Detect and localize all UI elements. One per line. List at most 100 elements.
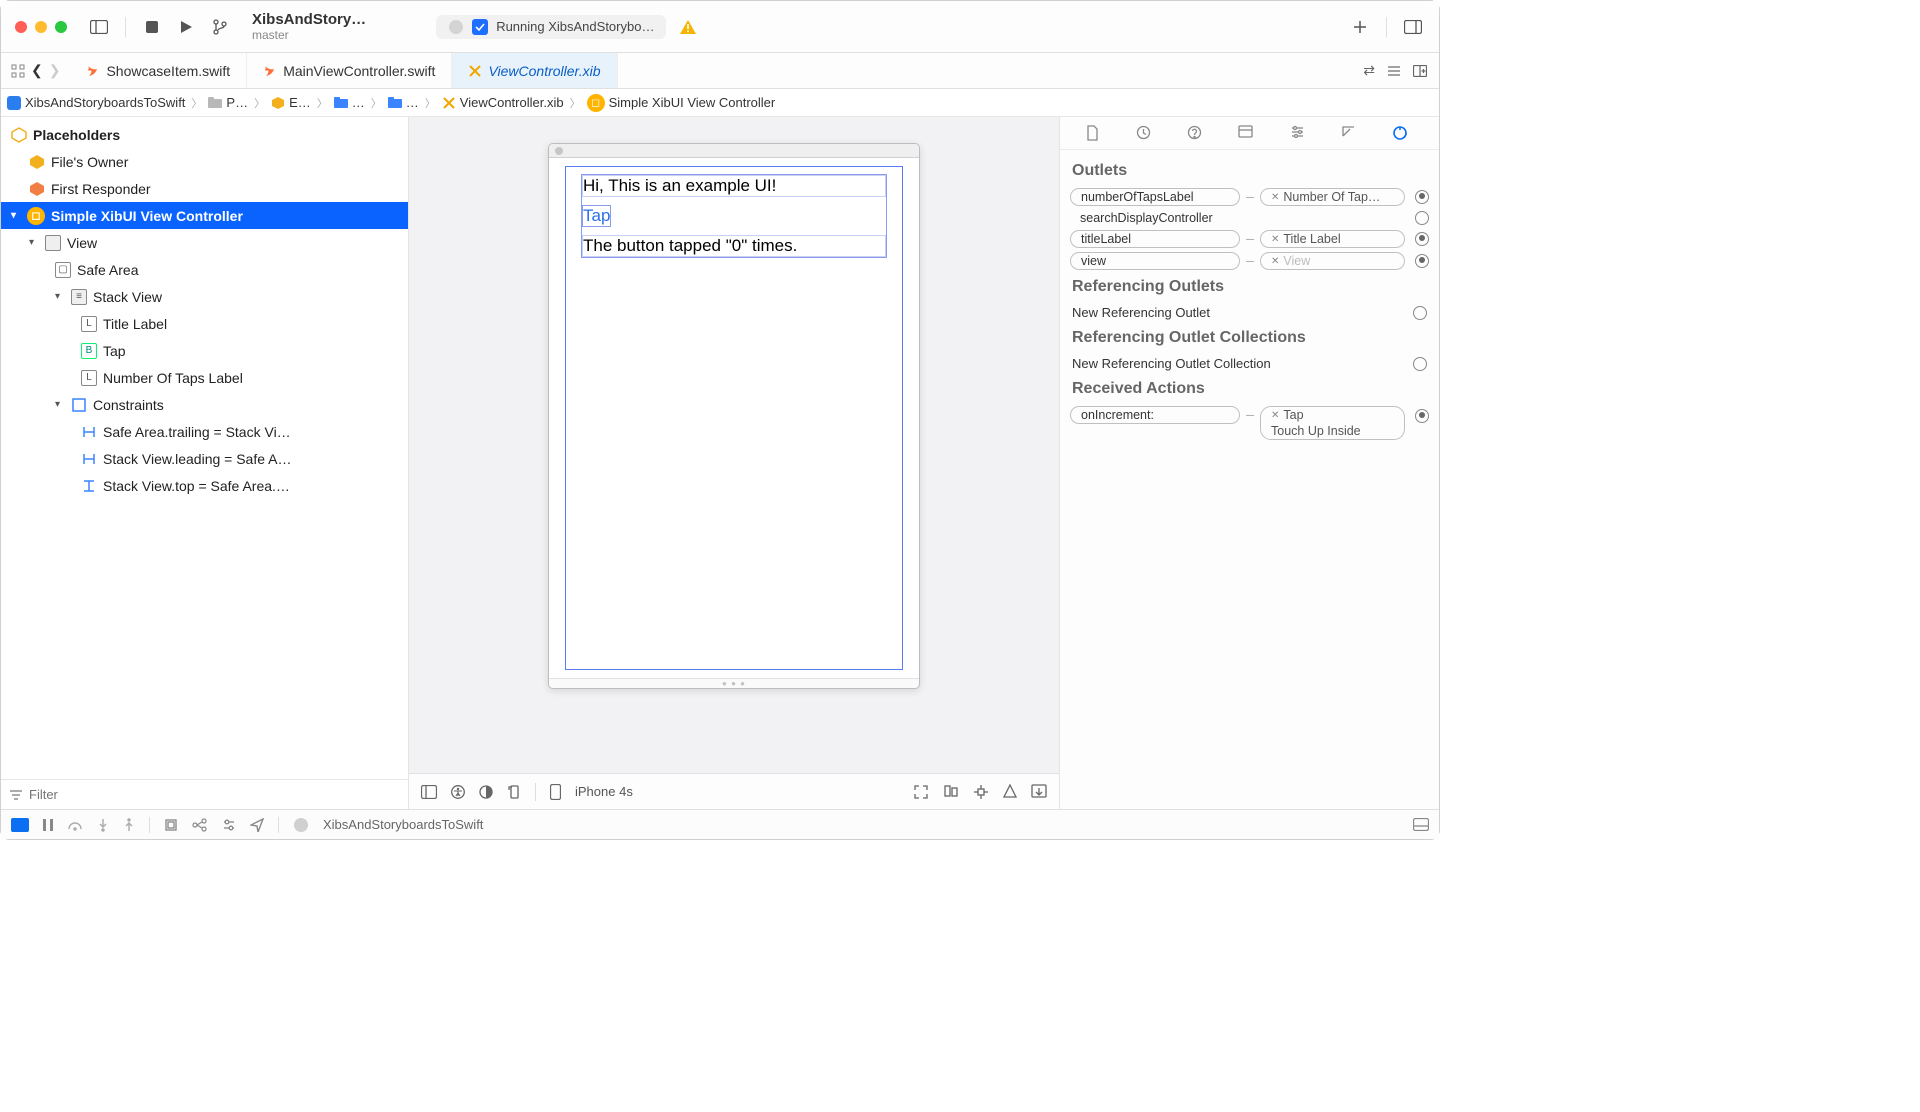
constraints-row[interactable]: ▾ Constraints (1, 391, 408, 418)
identity-inspector-icon[interactable] (1238, 125, 1260, 141)
stop-button[interactable] (140, 15, 164, 39)
outline-tree[interactable]: Placeholders File's Owner First Responde… (1, 117, 408, 779)
view-controller-row[interactable]: ▾ ◻ Simple XibUI View Controller (1, 202, 408, 229)
adjust-editor-icon[interactable] (1387, 65, 1401, 77)
minimize-window[interactable] (35, 21, 47, 33)
new-referencing-collection[interactable]: New Referencing Outlet Collection (1060, 353, 1439, 374)
outline-toggle-icon[interactable] (421, 785, 437, 799)
connection-socket-icon[interactable] (1415, 409, 1429, 423)
appearance-icon[interactable] (479, 785, 493, 799)
outlet-search-display[interactable]: searchDisplayController (1060, 208, 1439, 228)
attributes-inspector-icon[interactable] (1290, 125, 1312, 141)
location-icon[interactable] (250, 818, 264, 832)
branch-icon[interactable] (208, 15, 232, 39)
debug-view-icon[interactable] (164, 818, 178, 832)
first-responder[interactable]: First Responder (1, 175, 408, 202)
constraint-row[interactable]: Stack View.top = Safe Area.… (1, 472, 408, 499)
help-inspector-icon[interactable] (1187, 125, 1209, 141)
scene-titlebar[interactable] (549, 144, 919, 158)
process-name[interactable]: XibsAndStoryboardsToSwift (323, 817, 483, 832)
memory-graph-icon[interactable] (192, 818, 208, 832)
stack-view-preview[interactable]: Hi, This is an example UI! Tap The butto… (581, 174, 887, 258)
outlet-number-of-taps[interactable]: numberOfTapsLabel ✕Number Of Tap… (1060, 186, 1439, 208)
files-owner[interactable]: File's Owner (1, 148, 408, 175)
tab-main-view-controller[interactable]: MainViewController.swift (247, 53, 452, 88)
tap-button-row[interactable]: B Tap (1, 337, 408, 364)
tab-showcase-item[interactable]: ShowcaseItem.swift (70, 53, 247, 88)
connection-socket-icon[interactable] (1415, 190, 1429, 204)
constraint-row[interactable]: Stack View.leading = Safe A… (1, 445, 408, 472)
history-inspector-icon[interactable] (1136, 125, 1158, 141)
console-toggle-icon[interactable] (1413, 818, 1429, 831)
disclosure-icon[interactable]: ▾ (29, 237, 39, 248)
disconnect-icon[interactable]: ✕ (1271, 192, 1279, 203)
embed-icon[interactable] (1031, 784, 1047, 800)
connections-inspector-icon[interactable] (1392, 125, 1414, 141)
title-label-preview[interactable]: Hi, This is an example UI! (582, 175, 886, 197)
zoom-fit-icon[interactable] (913, 784, 929, 800)
related-items-icon[interactable] (11, 64, 25, 78)
file-inspector-icon[interactable] (1085, 125, 1107, 141)
run-button[interactable] (174, 15, 198, 39)
scene-resize-handle[interactable]: ● ● ● (549, 678, 919, 688)
forward-icon[interactable]: ❯ (49, 62, 61, 79)
jump-bar[interactable]: XibsAndStoryboardsToSwift 〉 P… 〉 E… 〉 … … (1, 89, 1439, 117)
accessibility-icon[interactable] (451, 785, 465, 799)
outlet-title-label[interactable]: titleLabel ✕Title Label (1060, 228, 1439, 250)
library-icon[interactable] (1401, 15, 1425, 39)
device-frame[interactable]: Hi, This is an example UI! Tap The butto… (548, 143, 920, 689)
constraint-row[interactable]: Safe Area.trailing = Stack Vi… (1, 418, 408, 445)
back-icon[interactable]: ❮ (31, 62, 43, 79)
canvas-viewport[interactable]: Hi, This is an example UI! Tap The butto… (409, 117, 1059, 773)
num-taps-label-row[interactable]: L Number Of Taps Label (1, 364, 408, 391)
breakpoint-toggle[interactable] (11, 818, 29, 832)
view-row[interactable]: ▾ View (1, 229, 408, 256)
step-over-icon[interactable] (67, 819, 83, 831)
tab-view-controller-xib[interactable]: ViewController.xib (452, 53, 617, 88)
pin-icon[interactable] (973, 784, 989, 800)
filter-input[interactable] (29, 787, 400, 802)
process-icon[interactable] (293, 817, 309, 833)
safe-area-row[interactable]: ▢ Safe Area (1, 256, 408, 283)
disconnect-icon[interactable]: ✕ (1271, 234, 1279, 245)
title-label-row[interactable]: L Title Label (1, 310, 408, 337)
outlet-view[interactable]: view ✕View (1060, 250, 1439, 272)
device-selector-icon[interactable] (550, 784, 561, 800)
environment-icon[interactable] (222, 818, 236, 832)
add-button[interactable] (1348, 15, 1372, 39)
scene-close-icon[interactable] (555, 147, 563, 155)
disclosure-icon[interactable]: ▾ (55, 399, 65, 410)
step-into-icon[interactable] (97, 818, 109, 832)
orientation-icon[interactable] (507, 785, 521, 799)
compare-icon[interactable]: ⇄ (1363, 62, 1375, 79)
disconnect-icon[interactable]: ✕ (1271, 256, 1279, 267)
connection-socket-icon[interactable] (1415, 232, 1429, 246)
disconnect-icon[interactable]: ✕ (1271, 410, 1279, 421)
warning-icon[interactable] (676, 15, 700, 39)
disclosure-icon[interactable]: ▾ (11, 210, 21, 221)
activity-viewer[interactable]: Running XibsAndStorybo… (436, 15, 666, 39)
stack-view-row[interactable]: ▾ ≡ Stack View (1, 283, 408, 310)
size-inspector-icon[interactable] (1341, 125, 1363, 141)
sidebar-toggle-icon[interactable] (87, 15, 111, 39)
resolve-icon[interactable] (1003, 784, 1017, 800)
disclosure-icon[interactable]: ▾ (55, 291, 65, 302)
connection-socket-icon[interactable] (1415, 254, 1429, 268)
add-editor-icon[interactable] (1413, 65, 1427, 77)
placeholders-group[interactable]: Placeholders (1, 121, 408, 148)
tap-button-preview[interactable]: Tap (582, 205, 611, 227)
connection-socket-icon[interactable] (1413, 357, 1427, 371)
action-on-increment[interactable]: onIncrement: ✕Tap Touch Up Inside (1060, 404, 1439, 442)
connection-socket-icon[interactable] (1415, 211, 1429, 225)
pause-icon[interactable] (43, 819, 53, 831)
close-window[interactable] (15, 21, 27, 33)
step-out-icon[interactable] (123, 818, 135, 832)
filter-icon[interactable] (9, 789, 23, 801)
connection-socket-icon[interactable] (1413, 306, 1427, 320)
new-referencing-outlet[interactable]: New Referencing Outlet (1060, 302, 1439, 323)
count-label-preview[interactable]: The button tapped "0" times. (582, 235, 886, 257)
device-label[interactable]: iPhone 4s (575, 784, 633, 799)
zoom-window[interactable] (55, 21, 67, 33)
align-icon[interactable] (943, 784, 959, 800)
scene-body[interactable]: Hi, This is an example UI! Tap The butto… (549, 158, 919, 678)
